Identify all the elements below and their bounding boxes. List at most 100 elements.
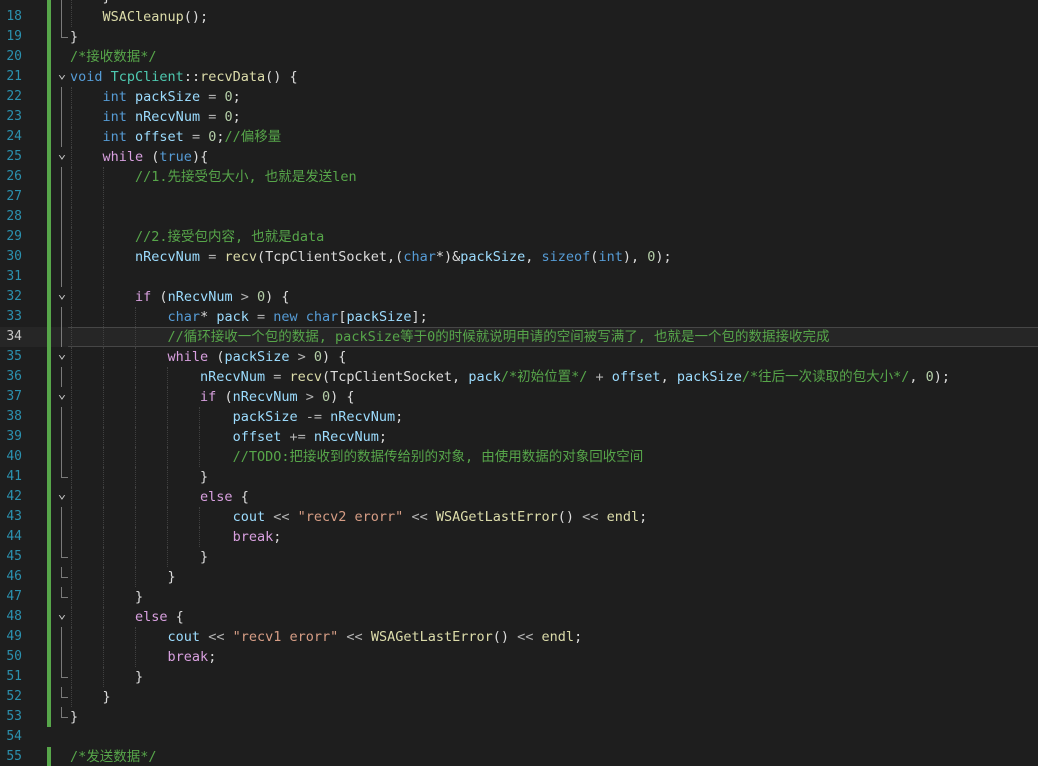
code-line[interactable]: 50 break; (0, 647, 1038, 667)
code-line[interactable]: 24 int offset = 0;//偏移量 (0, 127, 1038, 147)
code-line[interactable]: 40 //TODO:把接收到的数据传给别的对象, 由使用数据的对象回收空间 (0, 447, 1038, 467)
code-line[interactable]: 44 break; (0, 527, 1038, 547)
code-token: sizeof (541, 249, 591, 265)
code-line[interactable]: 17 } (0, 0, 1038, 7)
code-line[interactable]: 55 /*发送数据*/ (0, 747, 1038, 766)
code-token: += (289, 429, 306, 445)
code-token: (TcpClientSocket,( (257, 249, 404, 265)
code-text: } (70, 547, 208, 567)
code-token: WSAGetLastError (435, 509, 558, 525)
code-line[interactable]: 47 } (0, 587, 1038, 607)
code-text: int nRecvNum = 0; (70, 107, 241, 127)
code-token: 0 (224, 89, 233, 105)
code-line[interactable]: 18 WSACleanup(); (0, 7, 1038, 27)
code-token: << (273, 509, 290, 525)
code-line[interactable]: 23 int nRecvNum = 0; (0, 107, 1038, 127)
line-number: 37 (6, 389, 22, 404)
code-token: () { (265, 69, 298, 85)
fold-toggle-icon[interactable] (56, 387, 68, 407)
code-line[interactable]: 36 nRecvNum = recv(TcpClientSocket, pack… (0, 367, 1038, 387)
code-line[interactable]: 46 } (0, 567, 1038, 587)
code-line[interactable]: 49 cout << "recv1 erorr" << WSAGetLastEr… (0, 627, 1038, 647)
code-token: > (240, 289, 249, 305)
code-line[interactable]: 41 } (0, 467, 1038, 487)
code-editor[interactable]: 17 }18 WSACleanup();19}20/*接收数据*/21void … (0, 0, 1038, 766)
code-token: //偏移量 (224, 129, 282, 145)
code-token: ) { (322, 349, 347, 365)
code-token: recvData (200, 69, 266, 85)
fold-toggle-icon[interactable] (56, 67, 68, 87)
line-number: 22 (6, 89, 22, 104)
code-token: ( (216, 389, 233, 405)
fold-toggle-icon[interactable] (56, 147, 68, 167)
code-line[interactable]: 29 //2.接受包内容, 也就是data (0, 227, 1038, 247)
code-line[interactable]: 54 (0, 727, 1038, 747)
code-line[interactable]: 39 offset += nRecvNum; (0, 427, 1038, 447)
code-line[interactable]: 25 while (true){ (0, 147, 1038, 167)
fold-toggle-icon[interactable] (56, 607, 68, 627)
code-text: } (70, 27, 78, 47)
code-token: offset (611, 369, 661, 385)
code-token: ( (143, 149, 160, 165)
code-line[interactable]: 20 /*接收数据*/ (0, 47, 1038, 67)
change-indicator (47, 567, 51, 587)
code-line[interactable]: 51 } (0, 667, 1038, 687)
code-token: int (102, 89, 127, 105)
code-token: true (159, 149, 192, 165)
code-text: if (nRecvNum > 0) { (70, 287, 290, 307)
code-token: << (346, 629, 363, 645)
code-token: * (200, 309, 217, 325)
code-token: (TcpClientSocket, (322, 369, 469, 385)
line-number: 49 (6, 629, 22, 644)
code-token: endl (541, 629, 575, 645)
code-line[interactable]: 21 void TcpClient::recvData() { (0, 67, 1038, 87)
fold-toggle-icon[interactable] (56, 347, 68, 367)
code-line[interactable]: 35 while (packSize > 0) { (0, 347, 1038, 367)
code-line[interactable]: 31 (0, 267, 1038, 287)
code-line[interactable]: 48 else { (0, 607, 1038, 627)
code-token: } (70, 29, 79, 45)
change-indicator (47, 587, 51, 607)
code-line[interactable]: 30 nRecvNum = recv(TcpClientSocket,(char… (0, 247, 1038, 267)
line-number: 42 (6, 489, 22, 504)
code-line[interactable]: 32 if (nRecvNum > 0) { (0, 287, 1038, 307)
code-token: ), (622, 249, 648, 265)
code-line[interactable]: 33 char* pack = new char[packSize]; (0, 307, 1038, 327)
code-token: pack (216, 309, 249, 325)
code-text: } (70, 667, 143, 687)
code-line[interactable]: 53} (0, 707, 1038, 727)
code-text: packSize -= nRecvNum; (70, 407, 404, 427)
code-text: while (true){ (70, 147, 209, 167)
code-line[interactable]: 52 } (0, 687, 1038, 707)
code-line[interactable]: 45 } (0, 547, 1038, 567)
fold-toggle-icon[interactable] (56, 487, 68, 507)
code-line[interactable]: 28 (0, 207, 1038, 227)
code-line[interactable]: 22 int packSize = 0; (0, 87, 1038, 107)
code-token: /*发送数据*/ (70, 749, 157, 765)
code-line[interactable]: 19} (0, 27, 1038, 47)
fold-guide (56, 687, 68, 707)
code-line[interactable]: 37 if (nRecvNum > 0) { (0, 387, 1038, 407)
code-line[interactable]: 42 else { (0, 487, 1038, 507)
code-line[interactable]: 27 (0, 187, 1038, 207)
code-line[interactable]: 34 //循环接收一个包的数据, packSize等于0的时候就说明申请的空间被… (0, 327, 1038, 347)
code-line[interactable]: 43 cout << "recv2 erorr" << WSAGetLastEr… (0, 507, 1038, 527)
fold-guide (56, 727, 68, 747)
code-line[interactable]: 38 packSize -= nRecvNum; (0, 407, 1038, 427)
code-token: ; (378, 429, 388, 445)
code-line[interactable]: 26 //1.先接受包大小, 也就是发送len (0, 167, 1038, 187)
fold-toggle-icon[interactable] (56, 287, 68, 307)
